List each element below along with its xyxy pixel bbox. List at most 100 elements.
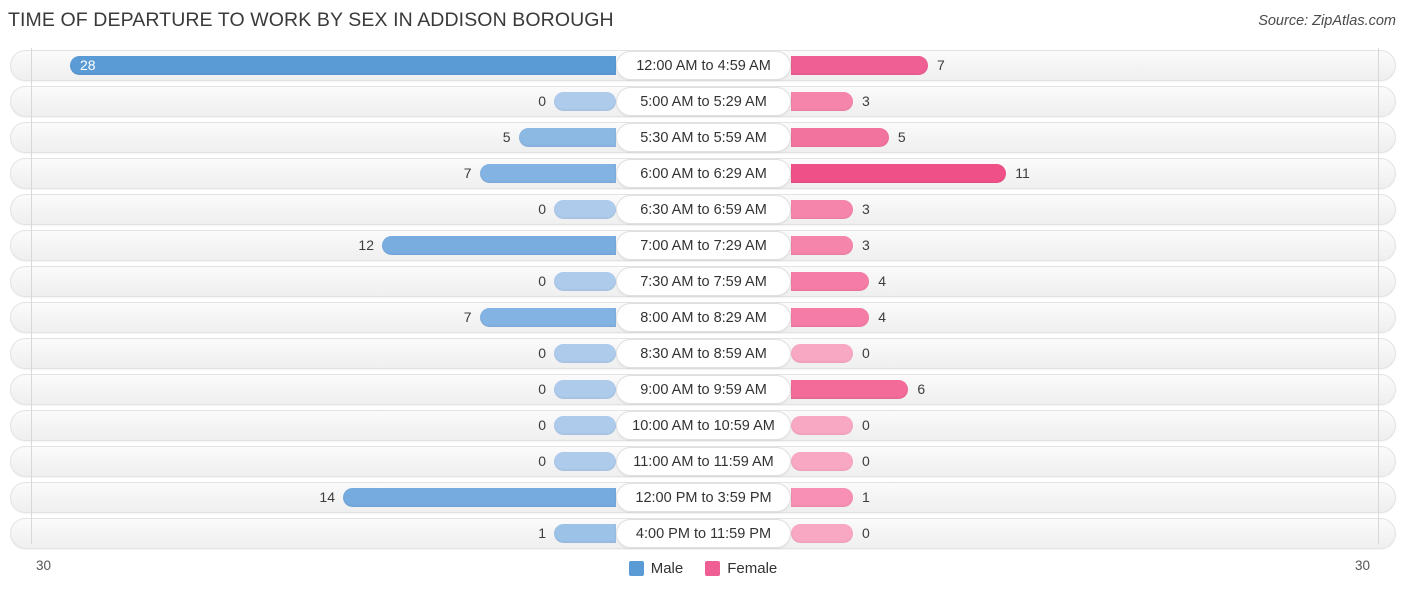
bar-male[interactable] xyxy=(554,380,616,399)
bar-female[interactable] xyxy=(791,200,853,219)
bar-female[interactable] xyxy=(791,380,909,399)
legend-swatch-icon xyxy=(705,561,721,576)
bar-female[interactable] xyxy=(791,488,853,507)
bar-female[interactable] xyxy=(791,236,853,255)
bar-row: 0 0 8:30 AM to 8:59 AM xyxy=(0,336,1406,372)
legend-swatch-icon xyxy=(628,561,644,576)
bar-male[interactable] xyxy=(554,92,616,111)
legend-item[interactable]: Male xyxy=(628,560,684,577)
bar-value-male: 0 xyxy=(538,273,546,289)
category-label: 10:00 AM to 10:59 AM xyxy=(616,411,791,440)
bar-row: 0 3 6:30 AM to 6:59 AM xyxy=(0,192,1406,228)
category-label: 5:30 AM to 5:59 AM xyxy=(616,123,791,152)
bar-female[interactable] xyxy=(791,524,853,543)
chart-footer: 30 30 Male Female xyxy=(0,552,1406,594)
bar-male[interactable] xyxy=(554,452,616,471)
bar-value-female: 5 xyxy=(897,129,906,145)
bar-row: 28 7 12:00 AM to 4:59 AM xyxy=(0,48,1406,84)
bar-female[interactable] xyxy=(791,164,1007,183)
bar-male[interactable] xyxy=(554,200,616,219)
bar-row: 7 11 6:00 AM to 6:29 AM xyxy=(0,156,1406,192)
chart-root: TIME OF DEPARTURE TO WORK BY SEX IN ADDI… xyxy=(0,0,1406,594)
bar-value-female: 4 xyxy=(878,273,887,289)
category-label: 6:00 AM to 6:29 AM xyxy=(616,159,791,188)
bar-male[interactable] xyxy=(479,308,616,327)
bar-male[interactable] xyxy=(70,56,616,75)
bar-value-male: 1 xyxy=(538,525,546,541)
bar-value-male: 7 xyxy=(463,165,472,181)
bar-value-female: 4 xyxy=(878,309,887,325)
page-title: TIME OF DEPARTURE TO WORK BY SEX IN ADDI… xyxy=(8,9,614,31)
bar-female[interactable] xyxy=(791,92,853,111)
bar-value-male: 0 xyxy=(538,93,546,109)
bar-female[interactable] xyxy=(791,452,853,471)
category-label: 9:00 AM to 9:59 AM xyxy=(616,375,791,404)
legend-item[interactable]: Female xyxy=(705,560,777,577)
bar-row: 0 4 7:30 AM to 7:59 AM xyxy=(0,264,1406,300)
bar-row: 12 3 7:00 AM to 7:29 AM xyxy=(0,228,1406,264)
bar-row: 7 4 8:00 AM to 8:29 AM xyxy=(0,300,1406,336)
category-label: 12:00 AM to 4:59 AM xyxy=(616,51,791,80)
bar-female[interactable] xyxy=(791,128,889,147)
bar-male[interactable] xyxy=(343,488,616,507)
bar-value-male: 0 xyxy=(538,201,546,217)
bar-value-female: 0 xyxy=(862,525,870,541)
category-label: 11:00 AM to 11:59 AM xyxy=(616,447,791,476)
bar-value-female: 11 xyxy=(1015,165,1030,181)
plot-area: 28 7 12:00 AM to 4:59 AM 0 3 5:00 AM to 5:29 … xyxy=(0,48,1406,552)
chart-header: TIME OF DEPARTURE TO WORK BY SEX IN ADDI… xyxy=(0,0,1406,44)
category-label: 8:00 AM to 8:29 AM xyxy=(616,303,791,332)
bar-value-male: 5 xyxy=(502,129,511,145)
legend-label: Female xyxy=(727,560,778,577)
axis-line-left xyxy=(31,48,32,544)
bar-value-female: 0 xyxy=(862,345,870,361)
bar-value-female: 7 xyxy=(936,57,945,73)
bar-row: 0 0 10:00 AM to 10:59 AM xyxy=(0,408,1406,444)
bar-value-male: 0 xyxy=(538,453,546,469)
bar-male[interactable] xyxy=(554,272,616,291)
bar-row: 0 0 11:00 AM to 11:59 AM xyxy=(0,444,1406,480)
axis-line-right xyxy=(1378,48,1379,544)
bar-value-female: 3 xyxy=(862,93,870,109)
bar-male[interactable] xyxy=(554,416,616,435)
category-label: 7:30 AM to 7:59 AM xyxy=(616,267,791,296)
bar-value-female: 0 xyxy=(862,417,870,433)
bar-male[interactable] xyxy=(479,164,616,183)
category-label: 4:00 PM to 11:59 PM xyxy=(616,519,791,548)
bar-male[interactable] xyxy=(554,344,616,363)
category-label: 6:30 AM to 6:59 AM xyxy=(616,195,791,224)
bar-value-male: 7 xyxy=(463,309,472,325)
bar-value-male: 14 xyxy=(319,489,335,505)
bar-value-male: 28 xyxy=(80,57,96,73)
bar-rows-container: 28 7 12:00 AM to 4:59 AM 0 3 5:00 AM to 5:29 … xyxy=(0,48,1406,552)
legend-label: Male xyxy=(650,560,684,577)
bar-value-male: 0 xyxy=(538,417,546,433)
bar-male[interactable] xyxy=(554,524,616,543)
bar-female[interactable] xyxy=(791,308,870,327)
bar-value-male: 0 xyxy=(538,381,546,397)
category-label: 12:00 PM to 3:59 PM xyxy=(616,483,791,512)
bar-male[interactable] xyxy=(382,236,616,255)
bar-value-female: 3 xyxy=(862,201,870,217)
source-attribution: Source: ZipAtlas.com xyxy=(1258,13,1396,29)
bar-row: 0 6 9:00 AM to 9:59 AM xyxy=(0,372,1406,408)
bar-female[interactable] xyxy=(791,344,853,363)
bar-value-male: 12 xyxy=(358,237,374,253)
bar-value-male: 0 xyxy=(538,345,546,361)
bar-value-female: 6 xyxy=(917,381,926,397)
bar-female[interactable] xyxy=(791,272,870,291)
bar-female[interactable] xyxy=(791,56,928,75)
bar-value-female: 1 xyxy=(862,489,870,505)
category-label: 5:00 AM to 5:29 AM xyxy=(616,87,791,116)
bar-female[interactable] xyxy=(791,416,853,435)
bar-male[interactable] xyxy=(518,128,616,147)
bar-value-female: 0 xyxy=(862,453,870,469)
category-label: 8:30 AM to 8:59 AM xyxy=(616,339,791,368)
category-label: 7:00 AM to 7:29 AM xyxy=(616,231,791,260)
bar-row: 1 0 4:00 PM to 11:59 PM xyxy=(0,516,1406,552)
bar-row: 0 3 5:00 AM to 5:29 AM xyxy=(0,84,1406,120)
bar-row: 5 5 5:30 AM to 5:59 AM xyxy=(0,120,1406,156)
bar-row: 14 1 12:00 PM to 3:59 PM xyxy=(0,480,1406,516)
bar-value-female: 3 xyxy=(862,237,870,253)
chart-legend: Male Female xyxy=(0,560,1406,577)
